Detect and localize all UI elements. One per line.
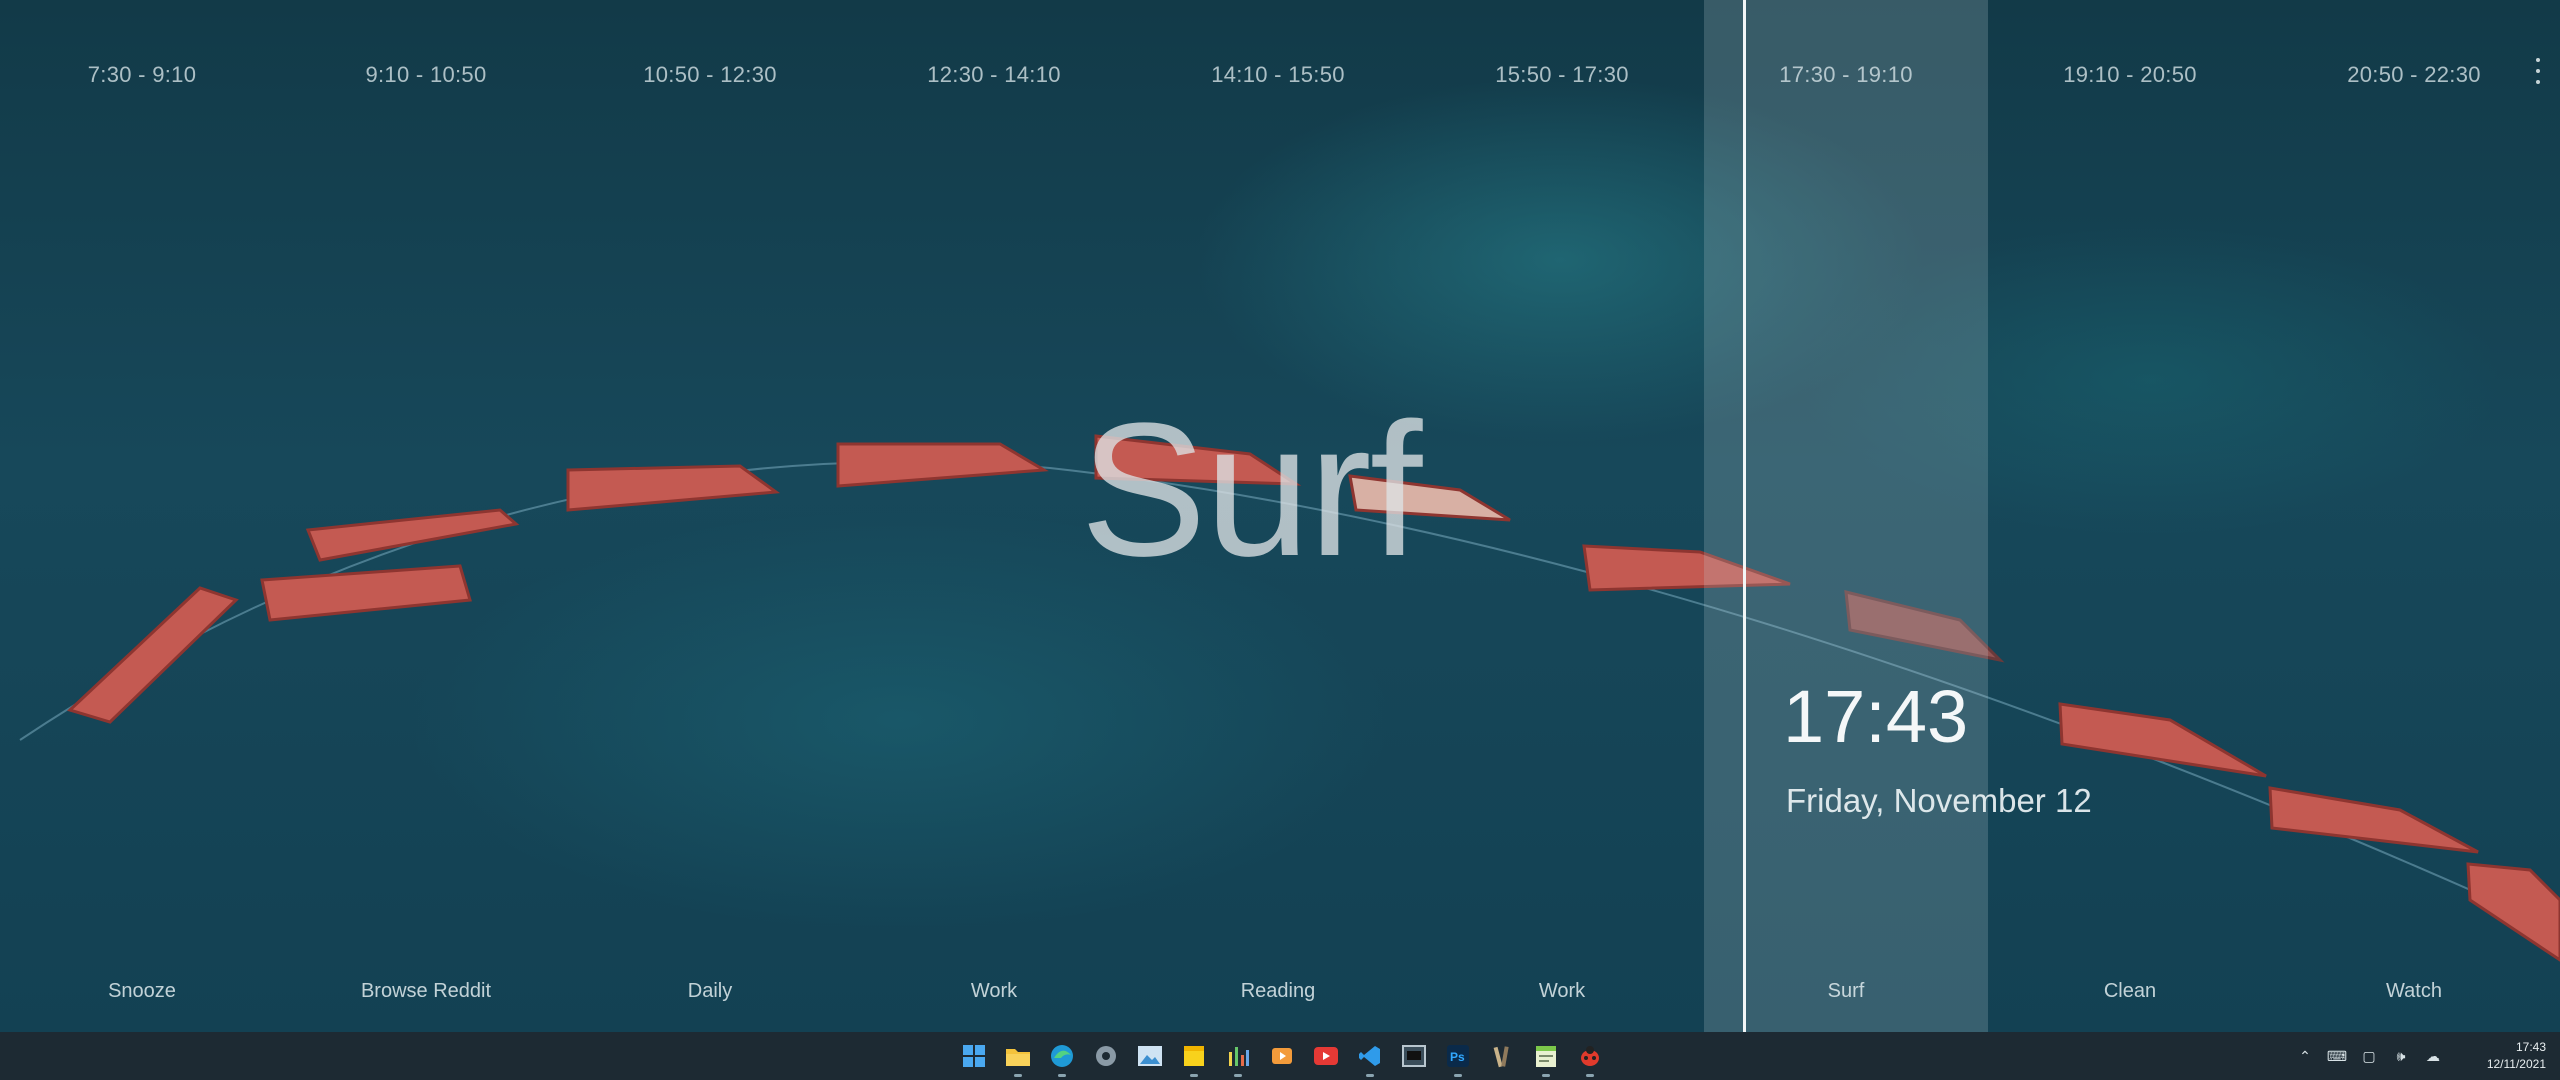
current-time-indicator	[1743, 0, 1746, 1032]
chevron-up-icon[interactable]: ⌃	[2296, 1047, 2314, 1065]
slot-label: Surf	[1827, 980, 1865, 1002]
system-tray: ⌃ ⌨ ▢ 🕪 ☁	[2296, 1044, 2442, 1068]
notepad-icon[interactable]	[1528, 1038, 1564, 1077]
slot-time: 20:50 - 22:30	[2347, 62, 2481, 87]
edge-browser-icon[interactable]	[1044, 1038, 1080, 1077]
date: Friday, November 12	[1786, 782, 2092, 819]
slot-time: 15:50 - 17:30	[1495, 62, 1629, 87]
slot-8[interactable]: 20:50 - 22:30 Watch	[2272, 0, 2556, 1032]
vscode-icon[interactable]	[1352, 1038, 1388, 1077]
photos-icon[interactable]	[1132, 1038, 1168, 1074]
slot-6-current[interactable]: 17:30 - 19:10 Surf	[1704, 0, 1988, 1032]
slot-0[interactable]: 7:30 - 9:10 Snooze	[0, 0, 284, 1032]
slot-label: Reading	[1240, 980, 1316, 1002]
cloud-icon[interactable]: ☁	[2424, 1047, 2442, 1065]
photoshop-icon[interactable]: Ps	[1440, 1038, 1476, 1077]
sticky-notes-icon[interactable]	[1176, 1038, 1212, 1077]
taskbar: Ps ⌃ ⌨ ▢ 🕪 ☁ 17:43 12/11/2021	[0, 1032, 2560, 1080]
slot-label: Clean	[2103, 980, 2157, 1002]
settings-gear-icon[interactable]	[1088, 1038, 1124, 1074]
slot-7[interactable]: 19:10 - 20:50 Clean	[1988, 0, 2272, 1032]
slot-time: 12:30 - 14:10	[927, 62, 1061, 87]
system-time: 17:43	[2515, 1040, 2546, 1054]
youtube-icon[interactable]	[1308, 1038, 1344, 1074]
desktop: 7:30 - 9:10 Snooze 9:10 - 10:50 Browse R…	[0, 0, 2560, 1080]
slot-time: 19:10 - 20:50	[2063, 62, 2197, 87]
media-player-icon[interactable]	[1264, 1038, 1300, 1074]
slot-time: 9:10 - 10:50	[365, 62, 487, 87]
taskbar-apps: Ps	[956, 1038, 1608, 1077]
ladybug-icon[interactable]	[1572, 1038, 1608, 1077]
monitor-icon[interactable]: ▢	[2360, 1047, 2378, 1065]
slot-label: Watch	[2386, 980, 2442, 1002]
more-options-icon[interactable]	[2534, 58, 2542, 84]
file-explorer-icon[interactable]	[1000, 1038, 1036, 1077]
slot-2[interactable]: 10:50 - 12:30 Daily	[568, 0, 852, 1032]
slot-label: Work	[1538, 980, 1586, 1002]
current-activity-title: Surf	[1080, 384, 1422, 596]
slot-label: Daily	[687, 980, 733, 1002]
slot-time: 7:30 - 9:10	[87, 62, 197, 87]
svg-text:Ps: Ps	[1450, 1050, 1465, 1064]
slot-time: 10:50 - 12:30	[643, 62, 777, 87]
clock: 17:43	[1783, 675, 1969, 758]
equalizer-app-icon[interactable]	[1220, 1038, 1256, 1077]
slot-time: 17:30 - 19:10	[1779, 62, 1913, 87]
slot-label: Browse Reddit	[360, 980, 492, 1002]
system-date: 12/11/2021	[2486, 1057, 2546, 1071]
terminal-icon[interactable]	[1396, 1038, 1432, 1074]
volume-icon[interactable]: 🕪	[2392, 1047, 2410, 1065]
slot-time: 14:10 - 15:50	[1211, 62, 1345, 87]
windows-start-icon[interactable]	[956, 1038, 992, 1074]
slot-5[interactable]: 15:50 - 17:30 Work	[1420, 0, 1704, 1032]
slot-1[interactable]: 9:10 - 10:50 Browse Reddit	[284, 0, 568, 1032]
keyboard-icon[interactable]: ⌨	[2327, 1047, 2347, 1065]
system-clock[interactable]: 17:43 12/11/2021	[2487, 1039, 2546, 1073]
paint-brushes-icon[interactable]	[1484, 1038, 1520, 1074]
slot-label: Work	[970, 980, 1018, 1002]
slot-label: Snooze	[108, 980, 176, 1002]
